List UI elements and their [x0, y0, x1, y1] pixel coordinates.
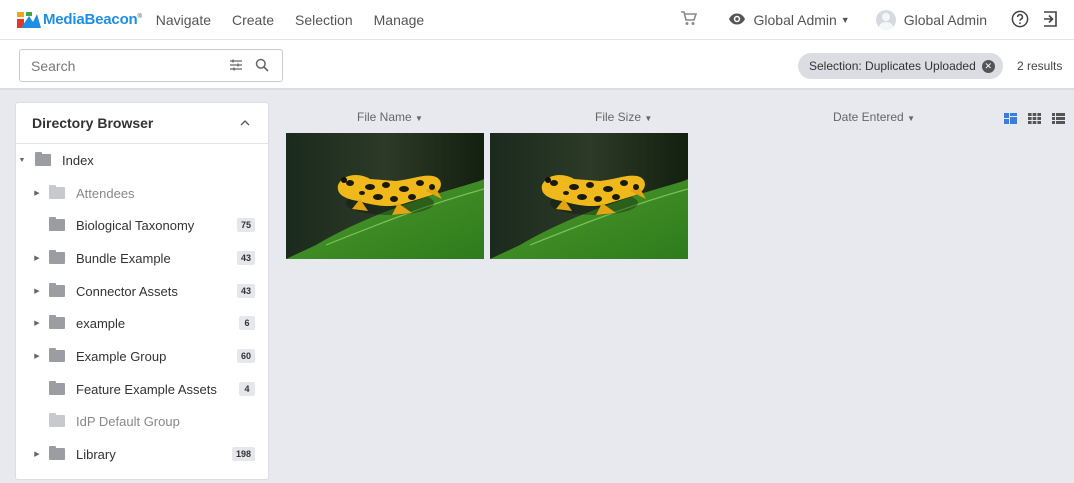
tree-item-label: IdP Default Group [76, 413, 180, 429]
sort-file-name[interactable]: File Name ▼ [357, 110, 423, 124]
tree-item-index[interactable]: ▼ Index [16, 144, 268, 176]
tree-item-label: Bundle Example [76, 250, 171, 266]
folder-icon [49, 315, 65, 329]
tree-item-bundle-example[interactable]: ▶ Bundle Example 43 [16, 242, 268, 274]
folder-icon [49, 446, 65, 460]
results-count: 2 results [1017, 59, 1063, 73]
filter-sliders-icon[interactable] [229, 58, 243, 75]
directory-browser-title: Directory Browser [32, 115, 154, 131]
nav-manage[interactable]: Manage [374, 12, 425, 28]
selection-chip[interactable]: Selection: Duplicates Uploaded ✕ [798, 53, 1003, 79]
collapsed-triangle-icon[interactable]: ▶ [32, 189, 42, 197]
count-badge: 4 [239, 382, 255, 396]
column-label: File Name [357, 110, 412, 124]
eye-icon [728, 12, 746, 28]
top-nav-bar: MediaBeacon® Navigate Create Selection M… [0, 0, 1074, 40]
count-badge: 6 [239, 316, 255, 330]
sort-date-entered[interactable]: Date Entered ▼ [833, 110, 915, 124]
directory-browser-header: Directory Browser [16, 103, 268, 144]
sort-file-size[interactable]: File Size ▼ [595, 110, 652, 124]
tree-item-label: Attendees [76, 185, 135, 201]
folder-icon [49, 283, 65, 297]
count-badge: 43 [236, 284, 255, 298]
collapsed-triangle-icon[interactable]: ▶ [32, 352, 42, 360]
collapsed-triangle-icon[interactable]: ▶ [32, 319, 42, 327]
nav-create[interactable]: Create [232, 12, 274, 28]
cart-icon[interactable] [680, 11, 697, 29]
folder-icon [35, 152, 51, 166]
logout-icon[interactable] [1041, 10, 1059, 31]
tree-item-connector-assets[interactable]: ▶ Connector Assets 43 [16, 275, 268, 307]
clear-selection-icon[interactable]: ✕ [981, 59, 995, 73]
help-icon[interactable] [1011, 10, 1029, 31]
tree-item-label: Example Group [76, 348, 167, 364]
nav-navigate[interactable]: Navigate [156, 12, 211, 28]
folder-icon [49, 250, 65, 264]
caret-down-icon: ▼ [907, 114, 915, 123]
frog-image [286, 133, 484, 259]
mediabeacon-logo[interactable]: MediaBeacon® [17, 10, 142, 30]
tree-item-biological-taxonomy[interactable]: Biological Taxonomy 75 [16, 209, 268, 241]
caret-down-icon: ▼ [840, 15, 850, 25]
tree-item-label: Library [76, 446, 116, 462]
folder-icon [49, 381, 65, 395]
logo-mark-icon [17, 10, 41, 30]
count-badge: 198 [231, 447, 255, 461]
tree-item-library[interactable]: ▶ Library 198 [16, 438, 268, 470]
caret-down-icon: ▼ [415, 114, 423, 123]
frog-image [490, 133, 688, 259]
tree-item-example[interactable]: ▶ example 6 [16, 307, 268, 339]
search-input[interactable] [31, 57, 211, 75]
tree-item-idp-default-group[interactable]: IdP Default Group [16, 405, 268, 437]
column-label: File Size [595, 110, 642, 124]
caret-down-icon: ▼ [644, 114, 653, 123]
tree-item-label: Index [62, 152, 94, 168]
selection-chip-label: Selection: Duplicates Uploaded [809, 59, 976, 73]
asset-thumbnail-2[interactable] [490, 133, 688, 259]
masonry-view-icon[interactable] [1004, 112, 1017, 127]
logo-text: MediaBeacon® [43, 11, 142, 28]
folder-icon [49, 185, 65, 199]
collapsed-triangle-icon[interactable]: ▶ [32, 450, 42, 458]
avatar [875, 10, 896, 30]
view-as-label: Global Admin [753, 12, 837, 28]
nav-selection[interactable]: Selection [295, 12, 353, 28]
expanded-triangle-icon[interactable]: ▼ [17, 157, 27, 164]
view-mode-toggles [1004, 112, 1074, 127]
tree-item-label: Connector Assets [76, 283, 178, 299]
collapsed-triangle-icon[interactable]: ▶ [32, 254, 42, 262]
tree-item-feature-example-assets[interactable]: Feature Example Assets 4 [16, 373, 268, 405]
tree-item-example-group[interactable]: ▶ Example Group 60 [16, 340, 268, 372]
chevron-up-icon[interactable] [240, 117, 250, 129]
search-box [19, 49, 283, 82]
column-label: Date Entered [833, 110, 904, 124]
view-as-dropdown[interactable]: Global Admin ▼ [728, 12, 850, 28]
tree-item-attendees[interactable]: ▶ Attendees [16, 177, 268, 209]
tree-item-label: Biological Taxonomy [76, 217, 195, 233]
folder-icon [49, 413, 65, 427]
search-bar-row: Selection: Duplicates Uploaded ✕ 2 resul… [0, 40, 1074, 90]
folder-icon [49, 217, 65, 231]
grid-view-icon[interactable] [1028, 112, 1041, 127]
directory-browser-panel: Directory Browser ▼ Index ▶ Attendees Bi… [15, 102, 269, 480]
folder-icon [49, 348, 65, 362]
user-name: Global Admin [903, 12, 987, 28]
tree-item-label: example [76, 315, 126, 331]
search-icon[interactable] [255, 58, 269, 75]
user-menu[interactable]: Global Admin [875, 10, 987, 30]
list-view-icon[interactable] [1052, 112, 1065, 127]
count-badge: 43 [236, 251, 255, 265]
tree-item-label: Feature Example Assets [76, 381, 217, 397]
count-badge: 75 [236, 218, 255, 232]
asset-thumbnail-1[interactable] [286, 133, 484, 259]
collapsed-triangle-icon[interactable]: ▶ [32, 287, 42, 295]
count-badge: 60 [236, 349, 255, 363]
